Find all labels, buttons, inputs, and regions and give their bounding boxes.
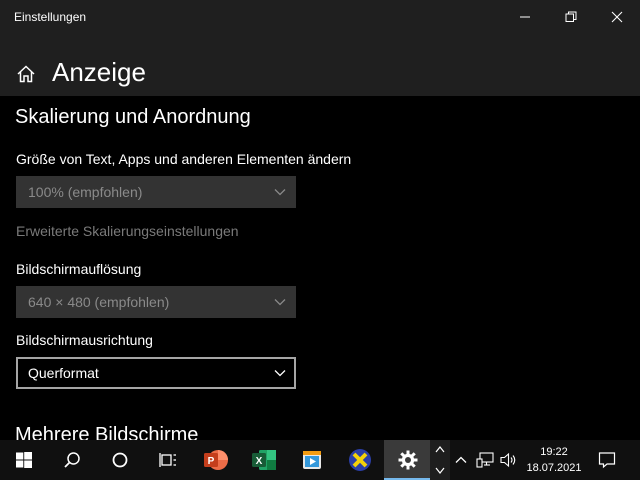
svg-text:P: P bbox=[208, 456, 215, 467]
show-hidden-icons-button[interactable] bbox=[452, 440, 470, 480]
search-button[interactable] bbox=[48, 440, 96, 480]
orientation-dropdown[interactable]: Querformat bbox=[16, 357, 296, 389]
minimize-icon bbox=[520, 16, 530, 18]
excel-button[interactable]: X bbox=[240, 440, 288, 480]
restore-button[interactable] bbox=[548, 0, 594, 34]
close-button[interactable] bbox=[594, 0, 640, 34]
network-icon bbox=[476, 452, 494, 468]
task-view-icon bbox=[159, 453, 176, 467]
settings-icon bbox=[398, 450, 418, 470]
powerpoint-button[interactable]: P bbox=[192, 440, 240, 480]
close-icon bbox=[611, 11, 623, 23]
scale-dropdown-value: 100% (empfohlen) bbox=[28, 184, 143, 200]
chevron-down-icon bbox=[274, 189, 286, 196]
network-button[interactable] bbox=[474, 440, 496, 480]
start-button[interactable] bbox=[0, 440, 48, 480]
advanced-scaling-link[interactable]: Erweiterte Skalierungseinstellungen bbox=[16, 223, 239, 239]
media-player-button[interactable] bbox=[288, 440, 336, 480]
clock[interactable]: 19:22 18.07.2021 bbox=[522, 444, 586, 476]
volume-icon bbox=[500, 452, 516, 468]
home-button[interactable] bbox=[16, 64, 36, 84]
clock-date: 18.07.2021 bbox=[526, 462, 582, 474]
notification-button[interactable] bbox=[590, 440, 624, 480]
svg-text:X: X bbox=[256, 456, 263, 467]
resolution-label: Bildschirmauflösung bbox=[16, 261, 142, 277]
task-view-button[interactable] bbox=[144, 440, 192, 480]
title-bar: Einstellungen bbox=[0, 0, 640, 34]
xming-icon bbox=[349, 449, 371, 471]
show-hidden-icons-chevron bbox=[455, 456, 467, 463]
window-title: Einstellungen bbox=[14, 10, 87, 24]
chevron-down-icon bbox=[435, 467, 445, 474]
scale-dropdown[interactable]: 100% (empfohlen) bbox=[16, 176, 296, 208]
chevron-up-icon bbox=[435, 446, 445, 453]
restore-icon bbox=[565, 11, 577, 22]
chevron-down-icon bbox=[274, 370, 286, 377]
taskbar-scroll-strip[interactable] bbox=[430, 440, 450, 480]
minimize-button[interactable] bbox=[502, 0, 548, 34]
cortana-button[interactable] bbox=[96, 440, 144, 480]
orientation-dropdown-value: Querformat bbox=[28, 365, 99, 381]
volume-button[interactable] bbox=[498, 440, 520, 480]
home-icon bbox=[17, 65, 35, 83]
section-title-scaling: Skalierung und Anordnung bbox=[15, 106, 251, 128]
resolution-dropdown[interactable]: 640 × 480 (empfohlen) bbox=[16, 286, 296, 318]
xming-button[interactable] bbox=[336, 440, 384, 480]
notification-icon bbox=[598, 452, 616, 469]
section-title-multiple-displays: Mehrere Bildschirme bbox=[15, 424, 199, 440]
page-header: Anzeige bbox=[0, 34, 640, 96]
windows-start-icon bbox=[16, 452, 32, 468]
search-icon bbox=[64, 452, 80, 468]
scale-label: Größe von Text, Apps und anderen Element… bbox=[16, 151, 352, 167]
excel-icon: X bbox=[252, 450, 276, 470]
media-player-icon bbox=[303, 451, 321, 469]
taskbar: P X 19:22 18.07.2021 bbox=[0, 440, 640, 480]
cortana-icon bbox=[112, 452, 128, 468]
orientation-label: Bildschirmausrichtung bbox=[16, 332, 153, 348]
settings-content: Skalierung und Anordnung Größe von Text,… bbox=[0, 96, 640, 440]
settings-taskbar-button[interactable] bbox=[384, 440, 432, 480]
chevron-down-icon bbox=[274, 299, 286, 306]
page-title: Anzeige bbox=[52, 57, 146, 87]
powerpoint-icon: P bbox=[204, 450, 228, 470]
resolution-dropdown-value: 640 × 480 (empfohlen) bbox=[28, 294, 170, 310]
clock-time: 19:22 bbox=[540, 446, 568, 458]
